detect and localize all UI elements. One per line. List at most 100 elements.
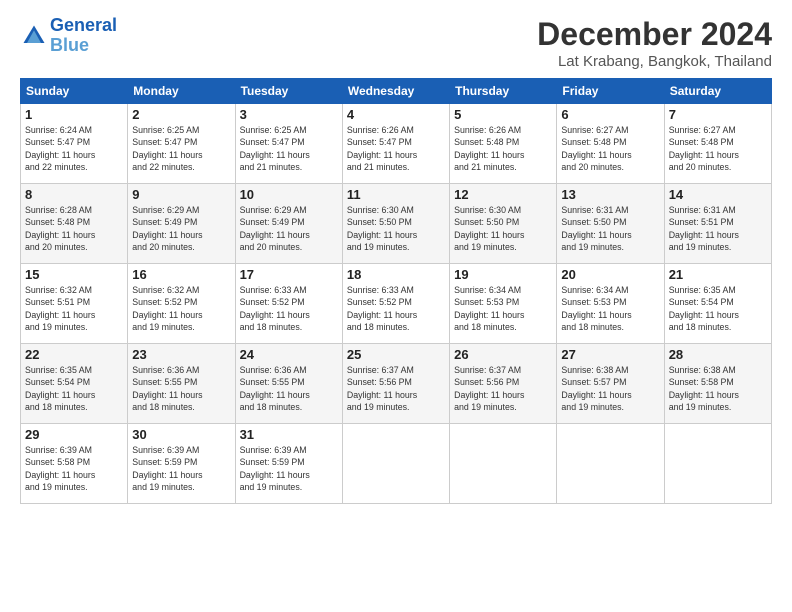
day-number: 4 bbox=[347, 107, 445, 122]
title-block: December 2024 Lat Krabang, Bangkok, Thai… bbox=[537, 16, 772, 70]
day-number: 26 bbox=[454, 347, 552, 362]
calendar-cell: 4 Sunrise: 6:26 AM Sunset: 5:47 PM Daylig… bbox=[342, 104, 449, 184]
day-number: 25 bbox=[347, 347, 445, 362]
day-number: 16 bbox=[132, 267, 230, 282]
day-info: Sunrise: 6:39 AM Sunset: 5:59 PM Dayligh… bbox=[132, 444, 230, 493]
calendar-cell: 31 Sunrise: 6:39 AM Sunset: 5:59 PM Dayli… bbox=[235, 424, 342, 504]
day-info: Sunrise: 6:37 AM Sunset: 5:56 PM Dayligh… bbox=[347, 364, 445, 413]
day-info: Sunrise: 6:33 AM Sunset: 5:52 PM Dayligh… bbox=[347, 284, 445, 333]
day-info: Sunrise: 6:33 AM Sunset: 5:52 PM Dayligh… bbox=[240, 284, 338, 333]
weekday-tuesday: Tuesday bbox=[235, 79, 342, 104]
day-number: 5 bbox=[454, 107, 552, 122]
header: General Blue December 2024 Lat Krabang, … bbox=[20, 16, 772, 70]
day-number: 13 bbox=[561, 187, 659, 202]
calendar-cell: 25 Sunrise: 6:37 AM Sunset: 5:56 PM Dayli… bbox=[342, 344, 449, 424]
day-info: Sunrise: 6:39 AM Sunset: 5:59 PM Dayligh… bbox=[240, 444, 338, 493]
day-number: 3 bbox=[240, 107, 338, 122]
week-row-5: 29Sunrise: 6:39 AM Sunset: 5:58 PM Dayli… bbox=[21, 424, 772, 504]
day-info: Sunrise: 6:37 AM Sunset: 5:56 PM Dayligh… bbox=[454, 364, 552, 413]
weekday-sunday: Sunday bbox=[21, 79, 128, 104]
day-number: 17 bbox=[240, 267, 338, 282]
calendar-cell: 14Sunrise: 6:31 AM Sunset: 5:51 PM Dayli… bbox=[664, 184, 771, 264]
day-info: Sunrise: 6:38 AM Sunset: 5:58 PM Dayligh… bbox=[669, 364, 767, 413]
day-number: 14 bbox=[669, 187, 767, 202]
calendar-cell bbox=[342, 424, 449, 504]
calendar-cell: 3 Sunrise: 6:25 AM Sunset: 5:47 PM Daylig… bbox=[235, 104, 342, 184]
logo: General Blue bbox=[20, 16, 117, 56]
week-row-3: 15Sunrise: 6:32 AM Sunset: 5:51 PM Dayli… bbox=[21, 264, 772, 344]
calendar-cell: 12 Sunrise: 6:30 AM Sunset: 5:50 PM Dayli… bbox=[450, 184, 557, 264]
calendar-cell bbox=[450, 424, 557, 504]
month-title: December 2024 bbox=[537, 16, 772, 53]
weekday-header-row: Sunday Monday Tuesday Wednesday Thursday… bbox=[21, 79, 772, 104]
day-number: 29 bbox=[25, 427, 123, 442]
calendar-cell: 23 Sunrise: 6:36 AM Sunset: 5:55 PM Dayli… bbox=[128, 344, 235, 424]
calendar-cell: 9 Sunrise: 6:29 AM Sunset: 5:49 PM Daylig… bbox=[128, 184, 235, 264]
day-number: 11 bbox=[347, 187, 445, 202]
calendar-cell: 30 Sunrise: 6:39 AM Sunset: 5:59 PM Dayli… bbox=[128, 424, 235, 504]
day-info: Sunrise: 6:26 AM Sunset: 5:47 PM Dayligh… bbox=[347, 124, 445, 173]
day-info: Sunrise: 6:30 AM Sunset: 5:50 PM Dayligh… bbox=[454, 204, 552, 253]
day-number: 15 bbox=[25, 267, 123, 282]
calendar-cell: 5Sunrise: 6:26 AM Sunset: 5:48 PM Daylig… bbox=[450, 104, 557, 184]
day-number: 8 bbox=[25, 187, 123, 202]
calendar-cell: 24 Sunrise: 6:36 AM Sunset: 5:55 PM Dayli… bbox=[235, 344, 342, 424]
day-number: 12 bbox=[454, 187, 552, 202]
day-info: Sunrise: 6:28 AM Sunset: 5:48 PM Dayligh… bbox=[25, 204, 123, 253]
page: General Blue December 2024 Lat Krabang, … bbox=[0, 0, 792, 612]
day-number: 18 bbox=[347, 267, 445, 282]
weekday-wednesday: Wednesday bbox=[342, 79, 449, 104]
day-info: Sunrise: 6:27 AM Sunset: 5:48 PM Dayligh… bbox=[561, 124, 659, 173]
day-info: Sunrise: 6:36 AM Sunset: 5:55 PM Dayligh… bbox=[132, 364, 230, 413]
day-number: 27 bbox=[561, 347, 659, 362]
location: Lat Krabang, Bangkok, Thailand bbox=[537, 53, 772, 70]
calendar-cell: 21Sunrise: 6:35 AM Sunset: 5:54 PM Dayli… bbox=[664, 264, 771, 344]
day-number: 1 bbox=[25, 107, 123, 122]
day-number: 23 bbox=[132, 347, 230, 362]
day-info: Sunrise: 6:30 AM Sunset: 5:50 PM Dayligh… bbox=[347, 204, 445, 253]
calendar-cell: 8 Sunrise: 6:28 AM Sunset: 5:48 PM Daylig… bbox=[21, 184, 128, 264]
calendar-cell: 11 Sunrise: 6:30 AM Sunset: 5:50 PM Dayli… bbox=[342, 184, 449, 264]
calendar-cell: 15Sunrise: 6:32 AM Sunset: 5:51 PM Dayli… bbox=[21, 264, 128, 344]
day-info: Sunrise: 6:27 AM Sunset: 5:48 PM Dayligh… bbox=[669, 124, 767, 173]
day-number: 30 bbox=[132, 427, 230, 442]
calendar-cell: 7Sunrise: 6:27 AM Sunset: 5:48 PM Daylig… bbox=[664, 104, 771, 184]
day-number: 10 bbox=[240, 187, 338, 202]
calendar-cell: 26 Sunrise: 6:37 AM Sunset: 5:56 PM Dayli… bbox=[450, 344, 557, 424]
calendar-cell: 1Sunrise: 6:24 AM Sunset: 5:47 PM Daylig… bbox=[21, 104, 128, 184]
calendar-cell bbox=[557, 424, 664, 504]
day-info: Sunrise: 6:25 AM Sunset: 5:47 PM Dayligh… bbox=[240, 124, 338, 173]
day-info: Sunrise: 6:29 AM Sunset: 5:49 PM Dayligh… bbox=[132, 204, 230, 253]
calendar-cell: 19Sunrise: 6:34 AM Sunset: 5:53 PM Dayli… bbox=[450, 264, 557, 344]
day-number: 2 bbox=[132, 107, 230, 122]
calendar-cell: 16 Sunrise: 6:32 AM Sunset: 5:52 PM Dayli… bbox=[128, 264, 235, 344]
calendar-cell: 6Sunrise: 6:27 AM Sunset: 5:48 PM Daylig… bbox=[557, 104, 664, 184]
calendar-cell: 18 Sunrise: 6:33 AM Sunset: 5:52 PM Dayli… bbox=[342, 264, 449, 344]
day-info: Sunrise: 6:36 AM Sunset: 5:55 PM Dayligh… bbox=[240, 364, 338, 413]
day-number: 24 bbox=[240, 347, 338, 362]
day-info: Sunrise: 6:29 AM Sunset: 5:49 PM Dayligh… bbox=[240, 204, 338, 253]
day-info: Sunrise: 6:35 AM Sunset: 5:54 PM Dayligh… bbox=[669, 284, 767, 333]
day-number: 31 bbox=[240, 427, 338, 442]
day-number: 9 bbox=[132, 187, 230, 202]
logo-text: General Blue bbox=[50, 16, 117, 56]
logo-icon bbox=[20, 22, 48, 50]
day-info: Sunrise: 6:31 AM Sunset: 5:50 PM Dayligh… bbox=[561, 204, 659, 253]
calendar-cell: 2 Sunrise: 6:25 AM Sunset: 5:47 PM Daylig… bbox=[128, 104, 235, 184]
day-number: 22 bbox=[25, 347, 123, 362]
calendar-cell: 28 Sunrise: 6:38 AM Sunset: 5:58 PM Dayli… bbox=[664, 344, 771, 424]
calendar-cell bbox=[664, 424, 771, 504]
calendar-cell: 10 Sunrise: 6:29 AM Sunset: 5:49 PM Dayli… bbox=[235, 184, 342, 264]
weekday-saturday: Saturday bbox=[664, 79, 771, 104]
calendar-cell: 27Sunrise: 6:38 AM Sunset: 5:57 PM Dayli… bbox=[557, 344, 664, 424]
day-info: Sunrise: 6:34 AM Sunset: 5:53 PM Dayligh… bbox=[561, 284, 659, 333]
week-row-1: 1Sunrise: 6:24 AM Sunset: 5:47 PM Daylig… bbox=[21, 104, 772, 184]
calendar-table: Sunday Monday Tuesday Wednesday Thursday… bbox=[20, 78, 772, 504]
day-info: Sunrise: 6:32 AM Sunset: 5:52 PM Dayligh… bbox=[132, 284, 230, 333]
day-info: Sunrise: 6:25 AM Sunset: 5:47 PM Dayligh… bbox=[132, 124, 230, 173]
day-number: 19 bbox=[454, 267, 552, 282]
calendar-cell: 17 Sunrise: 6:33 AM Sunset: 5:52 PM Dayli… bbox=[235, 264, 342, 344]
day-number: 20 bbox=[561, 267, 659, 282]
day-number: 28 bbox=[669, 347, 767, 362]
calendar-cell: 20 Sunrise: 6:34 AM Sunset: 5:53 PM Dayli… bbox=[557, 264, 664, 344]
